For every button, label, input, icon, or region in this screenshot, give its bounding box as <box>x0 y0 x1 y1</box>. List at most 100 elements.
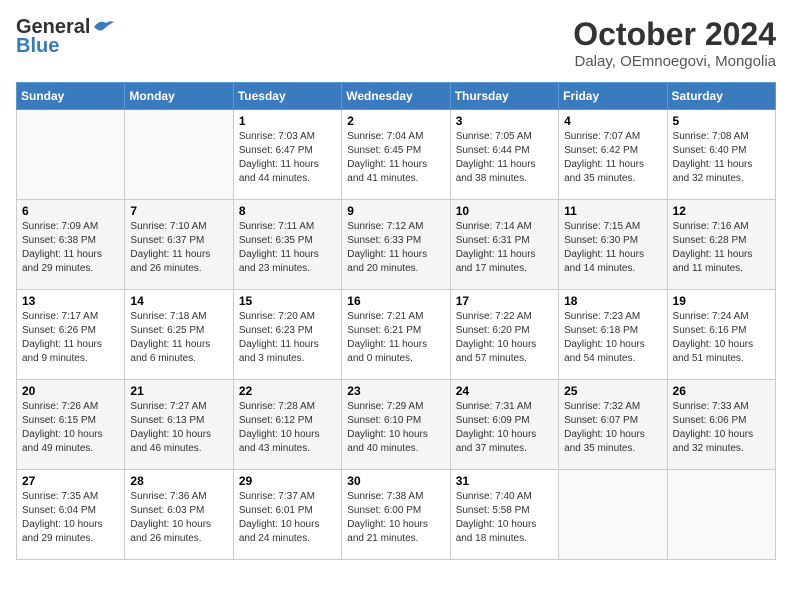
calendar-cell: 1 Sunrise: 7:03 AMSunset: 6:47 PMDaylight… <box>233 110 341 200</box>
calendar-cell: 28 Sunrise: 7:36 AMSunset: 6:03 PMDayligh… <box>125 470 233 560</box>
day-info: Sunrise: 7:24 AMSunset: 6:16 PMDaylight:… <box>673 310 770 366</box>
calendar-cell: 5 Sunrise: 7:08 AMSunset: 6:40 PMDaylight… <box>667 110 775 200</box>
title-area: October 2024 Dalay, OEmnoegovi, Mongolia <box>573 16 776 70</box>
calendar-week-row: 27Sunrise: 7:35 AMSunset: 6:04 PMDayligh… <box>17 470 776 560</box>
day-number: 28 <box>130 474 227 488</box>
day-number: 1 <box>239 114 336 128</box>
calendar-cell <box>667 470 775 560</box>
day-number: 31 <box>456 474 553 488</box>
day-header-monday: Monday <box>125 83 233 110</box>
day-info: Sunrise: 7:22 AMSunset: 6:20 PMDaylight:… <box>456 310 553 366</box>
calendar-cell: 22Sunrise: 7:28 AMSunset: 6:12 PMDayligh… <box>233 380 341 470</box>
day-info: Sunrise: 7:16 AMSunset: 6:28 PMDaylight:… <box>673 220 770 276</box>
day-number: 5 <box>673 114 770 128</box>
calendar-cell <box>125 110 233 200</box>
day-header-thursday: Thursday <box>450 83 558 110</box>
calendar-cell: 4 Sunrise: 7:07 AMSunset: 6:42 PMDaylight… <box>559 110 667 200</box>
day-number: 3 <box>456 114 553 128</box>
calendar-cell: 29Sunrise: 7:37 AMSunset: 6:01 PMDayligh… <box>233 470 341 560</box>
day-number: 12 <box>673 204 770 218</box>
calendar-cell: 10 Sunrise: 7:14 AMSunset: 6:31 PMDayligh… <box>450 200 558 290</box>
day-header-sunday: Sunday <box>17 83 125 110</box>
day-info: Sunrise: 7:29 AMSunset: 6:10 PMDaylight:… <box>347 400 444 456</box>
day-info: Sunrise: 7:31 AMSunset: 6:09 PMDaylight:… <box>456 400 553 456</box>
day-number: 9 <box>347 204 444 218</box>
logo: General Blue <box>16 16 114 58</box>
day-info: Sunrise: 7:20 AMSunset: 6:23 PMDaylight:… <box>239 310 336 366</box>
calendar-week-row: 1 Sunrise: 7:03 AMSunset: 6:47 PMDaylight… <box>17 110 776 200</box>
calendar-week-row: 13Sunrise: 7:17 AMSunset: 6:26 PMDayligh… <box>17 290 776 380</box>
day-number: 2 <box>347 114 444 128</box>
day-number: 17 <box>456 294 553 308</box>
day-number: 11 <box>564 204 661 218</box>
calendar-cell <box>559 470 667 560</box>
calendar-cell: 2 Sunrise: 7:04 AMSunset: 6:45 PMDaylight… <box>342 110 450 200</box>
calendar-cell: 31 Sunrise: 7:40 AMSunset: 5:58 PMDayligh… <box>450 470 558 560</box>
header: General Blue October 2024 Dalay, OEmnoeg… <box>16 16 776 70</box>
calendar-cell: 21 Sunrise: 7:27 AMSunset: 6:13 PMDayligh… <box>125 380 233 470</box>
day-info: Sunrise: 7:04 AMSunset: 6:45 PMDaylight:… <box>347 130 444 186</box>
calendar-cell: 11 Sunrise: 7:15 AMSunset: 6:30 PMDayligh… <box>559 200 667 290</box>
day-info: Sunrise: 7:38 AMSunset: 6:00 PMDaylight:… <box>347 490 444 546</box>
day-number: 21 <box>130 384 227 398</box>
calendar-cell: 16 Sunrise: 7:21 AMSunset: 6:21 PMDayligh… <box>342 290 450 380</box>
calendar-cell: 23 Sunrise: 7:29 AMSunset: 6:10 PMDayligh… <box>342 380 450 470</box>
calendar: SundayMondayTuesdayWednesdayThursdayFrid… <box>16 82 776 560</box>
day-number: 26 <box>673 384 770 398</box>
day-info: Sunrise: 7:07 AMSunset: 6:42 PMDaylight:… <box>564 130 661 186</box>
calendar-cell: 6Sunrise: 7:09 AMSunset: 6:38 PMDaylight… <box>17 200 125 290</box>
calendar-cell: 3 Sunrise: 7:05 AMSunset: 6:44 PMDaylight… <box>450 110 558 200</box>
day-info: Sunrise: 7:27 AMSunset: 6:13 PMDaylight:… <box>130 400 227 456</box>
day-info: Sunrise: 7:23 AMSunset: 6:18 PMDaylight:… <box>564 310 661 366</box>
calendar-cell: 25 Sunrise: 7:32 AMSunset: 6:07 PMDayligh… <box>559 380 667 470</box>
day-number: 25 <box>564 384 661 398</box>
calendar-week-row: 6Sunrise: 7:09 AMSunset: 6:38 PMDaylight… <box>17 200 776 290</box>
day-info: Sunrise: 7:32 AMSunset: 6:07 PMDaylight:… <box>564 400 661 456</box>
day-info: Sunrise: 7:15 AMSunset: 6:30 PMDaylight:… <box>564 220 661 276</box>
day-info: Sunrise: 7:08 AMSunset: 6:40 PMDaylight:… <box>673 130 770 186</box>
day-number: 19 <box>673 294 770 308</box>
day-info: Sunrise: 7:05 AMSunset: 6:44 PMDaylight:… <box>456 130 553 186</box>
day-info: Sunrise: 7:40 AMSunset: 5:58 PMDaylight:… <box>456 490 553 546</box>
day-info: Sunrise: 7:26 AMSunset: 6:15 PMDaylight:… <box>22 400 119 456</box>
calendar-cell: 14 Sunrise: 7:18 AMSunset: 6:25 PMDayligh… <box>125 290 233 380</box>
month-title: October 2024 <box>573 16 776 53</box>
day-info: Sunrise: 7:18 AMSunset: 6:25 PMDaylight:… <box>130 310 227 366</box>
day-info: Sunrise: 7:10 AMSunset: 6:37 PMDaylight:… <box>130 220 227 276</box>
day-header-tuesday: Tuesday <box>233 83 341 110</box>
calendar-cell: 9Sunrise: 7:12 AMSunset: 6:33 PMDaylight… <box>342 200 450 290</box>
calendar-cell: 8 Sunrise: 7:11 AMSunset: 6:35 PMDaylight… <box>233 200 341 290</box>
calendar-cell <box>17 110 125 200</box>
day-info: Sunrise: 7:35 AMSunset: 6:04 PMDaylight:… <box>22 490 119 546</box>
day-header-saturday: Saturday <box>667 83 775 110</box>
day-number: 29 <box>239 474 336 488</box>
calendar-cell: 27Sunrise: 7:35 AMSunset: 6:04 PMDayligh… <box>17 470 125 560</box>
calendar-week-row: 20 Sunrise: 7:26 AMSunset: 6:15 PMDayligh… <box>17 380 776 470</box>
day-info: Sunrise: 7:36 AMSunset: 6:03 PMDaylight:… <box>130 490 227 546</box>
day-number: 23 <box>347 384 444 398</box>
calendar-cell: 15Sunrise: 7:20 AMSunset: 6:23 PMDayligh… <box>233 290 341 380</box>
day-number: 4 <box>564 114 661 128</box>
calendar-cell: 20 Sunrise: 7:26 AMSunset: 6:15 PMDayligh… <box>17 380 125 470</box>
day-number: 16 <box>347 294 444 308</box>
calendar-cell: 24Sunrise: 7:31 AMSunset: 6:09 PMDayligh… <box>450 380 558 470</box>
calendar-header-row: SundayMondayTuesdayWednesdayThursdayFrid… <box>17 83 776 110</box>
day-info: Sunrise: 7:11 AMSunset: 6:35 PMDaylight:… <box>239 220 336 276</box>
day-info: Sunrise: 7:33 AMSunset: 6:06 PMDaylight:… <box>673 400 770 456</box>
day-info: Sunrise: 7:03 AMSunset: 6:47 PMDaylight:… <box>239 130 336 186</box>
calendar-cell: 17 Sunrise: 7:22 AMSunset: 6:20 PMDayligh… <box>450 290 558 380</box>
day-number: 8 <box>239 204 336 218</box>
day-number: 7 <box>130 204 227 218</box>
day-number: 10 <box>456 204 553 218</box>
calendar-cell: 12 Sunrise: 7:16 AMSunset: 6:28 PMDayligh… <box>667 200 775 290</box>
day-info: Sunrise: 7:21 AMSunset: 6:21 PMDaylight:… <box>347 310 444 366</box>
day-header-friday: Friday <box>559 83 667 110</box>
calendar-cell: 26 Sunrise: 7:33 AMSunset: 6:06 PMDayligh… <box>667 380 775 470</box>
day-number: 18 <box>564 294 661 308</box>
logo-bird-icon <box>92 19 114 35</box>
day-header-wednesday: Wednesday <box>342 83 450 110</box>
day-number: 14 <box>130 294 227 308</box>
day-info: Sunrise: 7:14 AMSunset: 6:31 PMDaylight:… <box>456 220 553 276</box>
calendar-cell: 18 Sunrise: 7:23 AMSunset: 6:18 PMDayligh… <box>559 290 667 380</box>
day-number: 20 <box>22 384 119 398</box>
